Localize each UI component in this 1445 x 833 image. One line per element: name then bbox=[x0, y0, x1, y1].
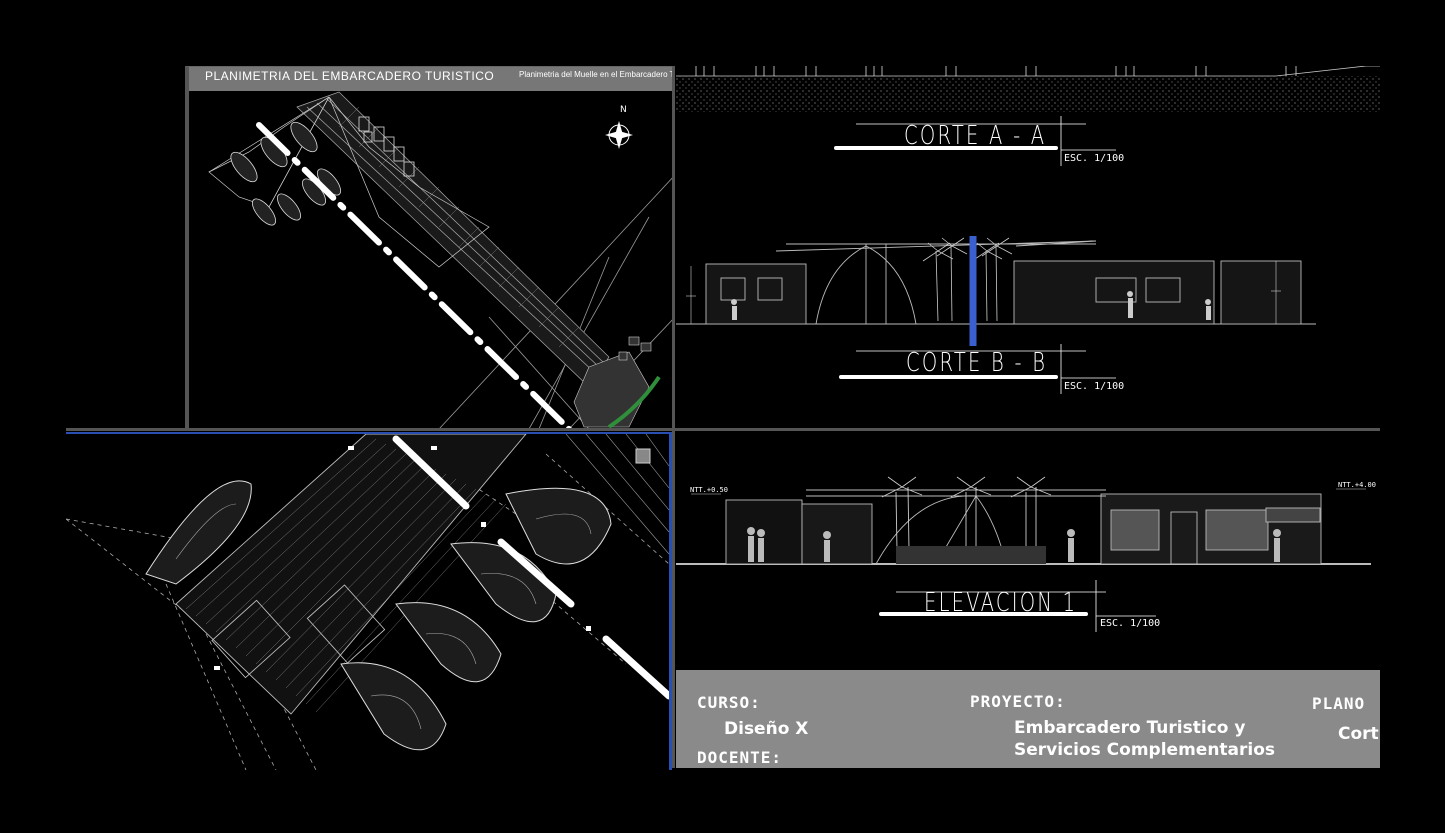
sections-viewport[interactable]: CORTE A - A ESC. 1/100 CORTE B - B ESC. … bbox=[676, 66, 1380, 428]
elevation-title: ELEVACION 1 bbox=[924, 588, 1078, 618]
title-block: CURSO: Diseño X DOCENTE: PROYECTO: Embar… bbox=[676, 670, 1380, 768]
plan-drawing bbox=[208, 91, 675, 429]
viewport-divider-vertical[interactable] bbox=[672, 66, 675, 768]
elevation-drawing bbox=[676, 476, 1371, 632]
north-label: N bbox=[620, 105, 627, 115]
proyecto-line-2: Servicios Complementarios bbox=[1014, 740, 1276, 760]
plan-viewport[interactable]: PLANIMETRIA DEL EMBARCADERO TURISTICO Pl… bbox=[185, 66, 675, 429]
section-b-title: CORTE B - B bbox=[906, 348, 1048, 378]
elevation-viewport[interactable]: NTT.+0.50 NTT.+4.00 ELEVACION 1 ESC. 1/1… bbox=[676, 432, 1380, 670]
curso-label: CURSO: bbox=[697, 693, 761, 712]
north-arrow-icon bbox=[605, 121, 633, 149]
proyecto-label: PROYECTO: bbox=[970, 692, 1066, 711]
level-left: NTT.+0.50 bbox=[690, 486, 728, 494]
plano-label: PLANO bbox=[1312, 694, 1366, 713]
viewport-divider-horizontal[interactable] bbox=[66, 428, 1380, 431]
section-a-title: CORTE A - A bbox=[904, 121, 1047, 151]
proyecto-line-1: Embarcadero Turistico y bbox=[1014, 718, 1246, 738]
section-a-scale: ESC. 1/100 bbox=[1064, 153, 1125, 164]
curso-value: Diseño X bbox=[724, 719, 809, 739]
level-right: NTT.+4.00 bbox=[1338, 481, 1376, 489]
pier-detail-drawing bbox=[66, 434, 669, 770]
docente-label: DOCENTE: bbox=[697, 748, 783, 767]
pier-detail-viewport[interactable] bbox=[66, 432, 672, 770]
elevation-scale: ESC. 1/100 bbox=[1100, 618, 1161, 629]
section-b-scale: ESC. 1/100 bbox=[1064, 381, 1125, 392]
plano-value: Cort bbox=[1338, 724, 1379, 744]
